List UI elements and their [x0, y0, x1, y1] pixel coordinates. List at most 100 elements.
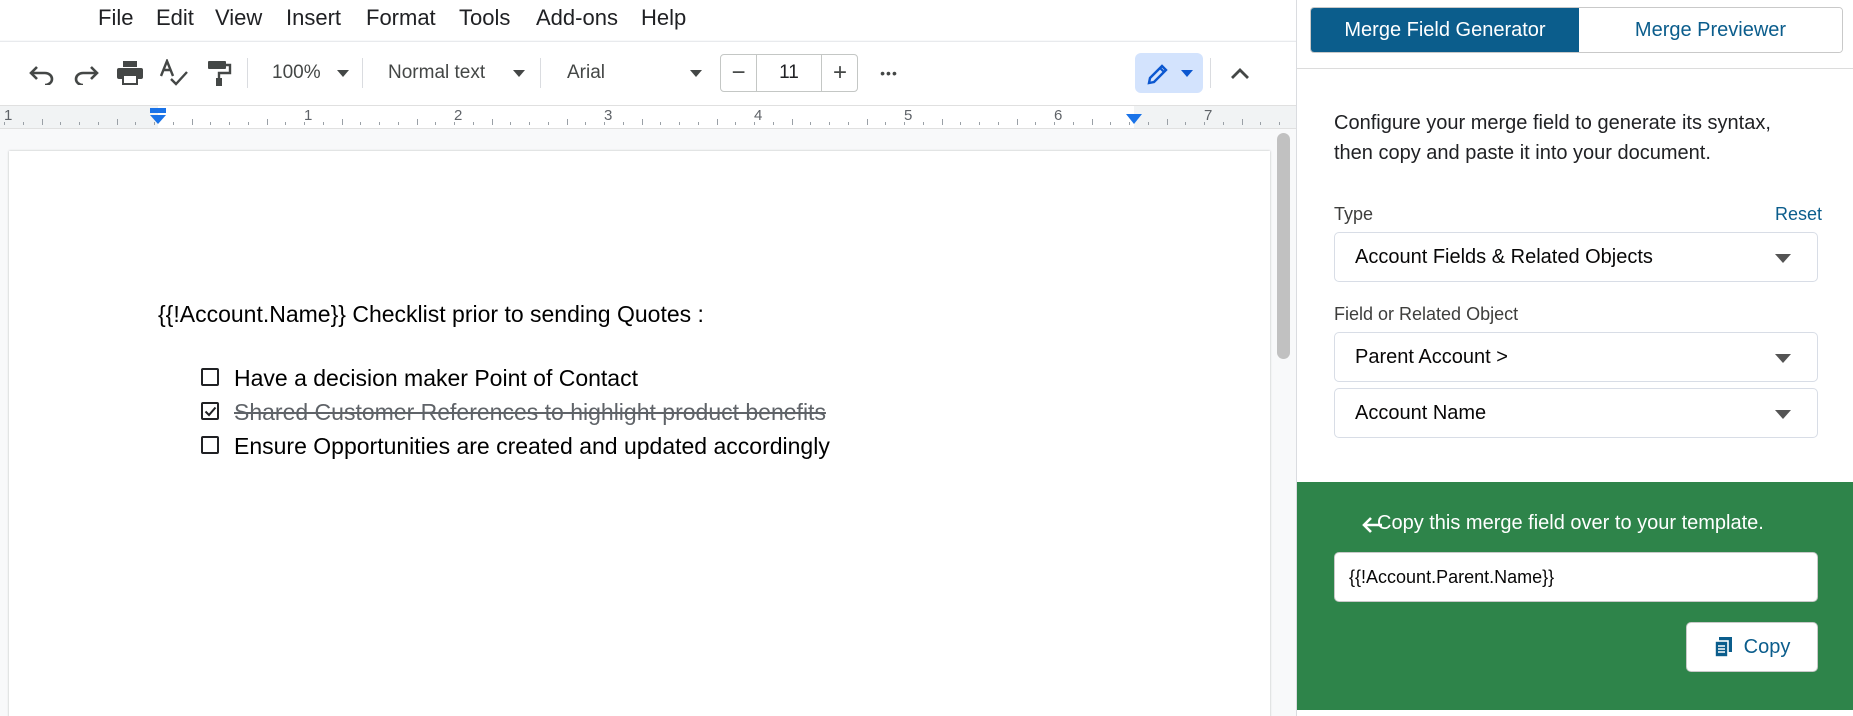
field-select[interactable]: Parent Account >	[1334, 332, 1818, 382]
checklist-checkbox[interactable]	[201, 368, 219, 386]
menu-insert[interactable]: Insert	[286, 5, 341, 31]
copy-button[interactable]: Copy	[1686, 622, 1818, 672]
ruler-tick	[191, 119, 193, 125]
zoom-select[interactable]: 100%	[262, 54, 354, 92]
ruler-tick	[1185, 122, 1187, 125]
paragraph-style-select[interactable]: Normal text	[376, 54, 530, 92]
ruler-tick	[1054, 122, 1055, 125]
ruler-tick	[379, 122, 380, 125]
ruler-number: 5	[904, 107, 913, 124]
ruler-tick	[1035, 122, 1037, 125]
ruler-tick	[697, 122, 699, 125]
subfield-select[interactable]: Account Name	[1334, 388, 1818, 438]
ruler-tick	[997, 122, 999, 125]
panel-tabs: Merge Field Generator Merge Previewer	[1310, 7, 1843, 53]
ruler-number: 7	[1204, 107, 1213, 124]
more-options-icon[interactable]: •••	[872, 60, 906, 86]
decrease-font-size-button[interactable]: −	[721, 55, 757, 91]
ruler-tick	[979, 122, 980, 125]
ruler-tick	[285, 122, 287, 125]
subfield-select-value: Account Name	[1355, 402, 1487, 424]
ruler-tick	[135, 122, 137, 125]
ruler-tick	[529, 122, 530, 125]
collapse-chevron-icon[interactable]	[1226, 60, 1254, 86]
left-indent-marker[interactable]	[148, 108, 168, 125]
copy-instruction: Copy this merge field over to your templ…	[1377, 512, 1764, 534]
chevron-down-icon	[690, 70, 702, 77]
ruler-number: 3	[604, 107, 613, 124]
ruler-tick	[1166, 119, 1168, 125]
print-icon[interactable]	[114, 58, 146, 88]
ruler-tick	[622, 122, 624, 125]
menu-view[interactable]: View	[215, 5, 262, 31]
tab-merge-field-generator[interactable]: Merge Field Generator	[1311, 8, 1579, 52]
copy-button-label: Copy	[1743, 635, 1791, 658]
menu-format[interactable]: Format	[366, 5, 436, 31]
pencil-icon	[1147, 64, 1168, 85]
toolbar-divider	[540, 58, 541, 88]
menu-tools[interactable]: Tools	[459, 5, 510, 31]
ruler-tick	[791, 119, 793, 125]
checklist-item-completed[interactable]: Shared Customer References to highlight …	[234, 399, 826, 426]
ruler-tick	[416, 119, 418, 125]
checkmark-icon	[204, 406, 217, 417]
redo-icon[interactable]	[70, 60, 102, 88]
type-select[interactable]: Account Fields & Related Objects	[1334, 232, 1818, 282]
ruler-tick	[566, 119, 568, 125]
checklist-item[interactable]: Have a decision maker Point of Contact	[234, 365, 638, 392]
menu-edit[interactable]: Edit	[156, 5, 194, 31]
ruler-tick	[641, 119, 643, 125]
ruler-tick	[97, 122, 99, 125]
tab-merge-previewer[interactable]: Merge Previewer	[1579, 8, 1842, 52]
ruler-tick	[341, 119, 343, 125]
ruler-tick	[1091, 119, 1093, 125]
checklist-checkbox-checked[interactable]	[201, 402, 219, 420]
ruler-tick	[847, 122, 849, 125]
copy-icon	[1713, 637, 1732, 658]
chevron-down-icon	[1775, 410, 1791, 419]
ruler-tick	[716, 119, 718, 125]
menu-help[interactable]: Help	[641, 5, 686, 31]
ruler-tick	[922, 122, 924, 125]
ruler-tick	[210, 122, 212, 125]
ruler-tick	[304, 122, 305, 125]
ruler: 1 1 2 3 4 5 6 7	[0, 105, 1296, 129]
paint-format-icon[interactable]	[204, 58, 234, 88]
menu-file[interactable]: File	[98, 5, 133, 31]
ruler-tick	[941, 119, 943, 125]
checklist-item[interactable]: Ensure Opportunities are created and upd…	[234, 433, 830, 460]
checklist-checkbox[interactable]	[201, 436, 219, 454]
ruler-tick	[1016, 119, 1018, 125]
ruler-tick	[1110, 122, 1112, 125]
font-select[interactable]: Arial	[554, 54, 710, 92]
font-size-input[interactable]: 11	[757, 55, 821, 91]
increase-font-size-button[interactable]: +	[821, 55, 858, 91]
undo-icon[interactable]	[26, 60, 58, 88]
scrollbar-thumb[interactable]	[1277, 133, 1290, 359]
font-size-stepper: − 11 +	[720, 54, 858, 92]
ruler-tick	[266, 119, 268, 125]
reset-link[interactable]: Reset	[1775, 204, 1822, 225]
merge-field-output[interactable]: {{!Account.Parent.Name}}	[1334, 552, 1818, 602]
zoom-value: 100%	[272, 62, 321, 83]
ruler-tick	[585, 122, 587, 125]
ruler-tick	[1222, 122, 1224, 125]
editing-mode-button[interactable]	[1135, 53, 1203, 93]
ruler-tick	[1204, 122, 1205, 125]
ruler-number: 2	[454, 107, 463, 124]
ruler-number: 1	[304, 107, 313, 124]
ruler-number: 4	[754, 107, 763, 124]
ruler-tick	[1072, 122, 1074, 125]
toolbar-divider	[1210, 58, 1211, 88]
toolbar-divider	[247, 58, 248, 88]
ruler-tick	[397, 122, 399, 125]
toolbar-divider	[362, 58, 363, 88]
docs-editor: File Edit View Insert Format Tools Add-o…	[0, 0, 1296, 716]
ruler-tick	[360, 122, 362, 125]
spellcheck-icon[interactable]	[158, 58, 190, 88]
ruler-tick	[1260, 122, 1262, 125]
document-heading[interactable]: {{!Account.Name}} Checklist prior to sen…	[158, 301, 704, 328]
menu-add-ons[interactable]: Add-ons	[536, 5, 618, 31]
chevron-down-icon	[1775, 354, 1791, 363]
right-indent-marker[interactable]	[1124, 114, 1144, 125]
